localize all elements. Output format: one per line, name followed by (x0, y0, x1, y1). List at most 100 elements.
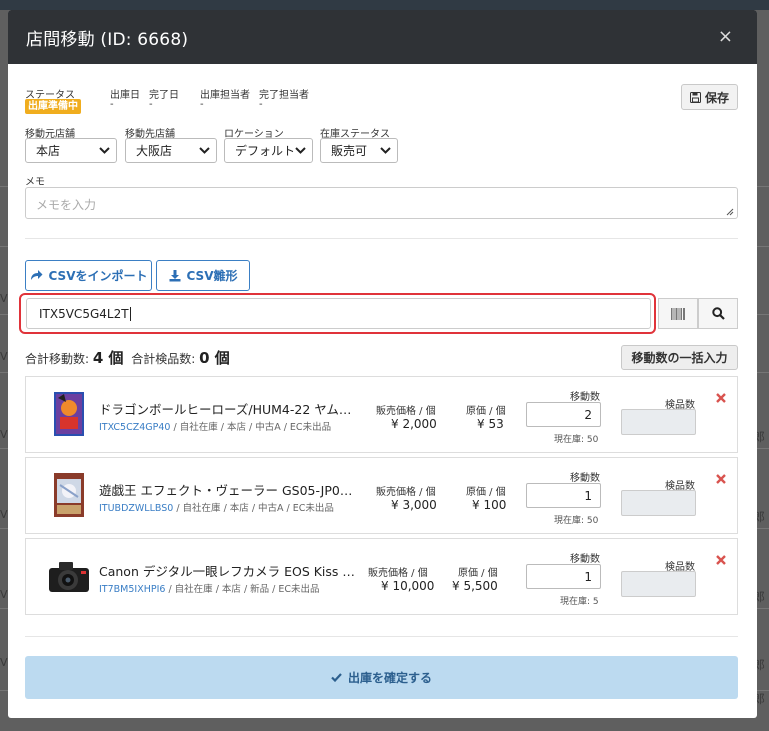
status-badge: 出庫準備中 (25, 99, 81, 114)
from-store-select[interactable]: 本店 (25, 138, 117, 163)
delete-icon[interactable] (716, 474, 726, 484)
inspected-input (621, 571, 696, 597)
cost-label: 原価 / 個 (458, 568, 498, 579)
quantity-input[interactable]: 1 (526, 564, 601, 589)
background-cell-text: V (0, 588, 8, 601)
background-cell-text: V (0, 508, 8, 521)
background-cell-text: V (0, 656, 8, 669)
total-inspect-value: 0 個 (199, 349, 230, 367)
background-cell-text: V (0, 428, 8, 441)
complete-date-value: - (149, 99, 153, 110)
download-icon (169, 269, 181, 281)
csv-template-label: CSV雛形 (186, 269, 238, 283)
background-cell-text: V (0, 292, 8, 305)
cost-value: ¥ 5,500 (452, 579, 498, 593)
location-select[interactable]: デフォルト (224, 138, 313, 163)
text-caret (129, 306, 131, 321)
complete-date-label: 完了日 (149, 90, 179, 101)
shipper-value: - (200, 99, 204, 110)
current-stock: 現在庫: 50 (554, 435, 599, 445)
totals-summary: 合計移動数: 4 個 合計検品数: 0 個 (25, 347, 230, 368)
delete-icon[interactable] (716, 393, 726, 403)
item-name: ドラゴンボールヒーローズ/HUM4-22 ヤムチャ (99, 402, 359, 417)
list-item: Canon デジタル一眼レフカメラ EOS Kiss X90... IT7BM5… (25, 538, 738, 615)
shipper-label: 出庫担当者 (200, 90, 250, 101)
share-arrow-icon (30, 270, 43, 280)
stock-status-value: 販売可 (331, 144, 368, 158)
item-name: 遊戯王 エフェクト・ヴェーラー GS05-JP008 ノーマ... (99, 483, 359, 498)
to-store-value: 大阪店 (136, 144, 173, 158)
list-item: ドラゴンボールヒーローズ/HUM4-22 ヤムチャ ITXC5CZ4GP40 /… (25, 376, 738, 453)
quantity-label: 移動数 (570, 392, 600, 403)
csv-import-button[interactable]: CSVをインポート (25, 260, 152, 291)
csv-template-button[interactable]: CSV雛形 (156, 260, 250, 291)
modal-body: ステータス 出庫準備中 出庫日 - 完了日 - 出庫担当者 - 完了担当者 - … (8, 64, 757, 718)
list-item: 遊戯王 エフェクト・ヴェーラー GS05-JP008 ノーマ... ITUBDZ… (25, 457, 738, 534)
close-icon[interactable]: × (718, 26, 733, 47)
item-meta: ITUBDZWLLBS0 / 自社在庫 / 本店 / 中古A / EC未出品 (99, 500, 334, 514)
quantity-input[interactable]: 1 (526, 483, 601, 508)
quantity-input[interactable]: 2 (526, 402, 601, 427)
check-icon (331, 673, 342, 682)
sale-price-value: ¥ 10,000 (381, 579, 435, 593)
barcode-button[interactable] (658, 298, 698, 329)
modal-header: 店間移動 (ID: 6668) × (8, 10, 757, 64)
cost-value: ¥ 53 (477, 417, 504, 431)
item-meta: ITXC5CZ4GP40 / 自社在庫 / 本店 / 中古A / EC未出品 (99, 419, 331, 433)
resize-grip-icon[interactable] (726, 208, 734, 216)
sale-price-value: ¥ 2,000 (391, 417, 437, 431)
current-stock: 現在庫: 50 (554, 516, 599, 526)
save-button[interactable]: 保存 (681, 84, 738, 110)
item-name: Canon デジタル一眼レフカメラ EOS Kiss X90... (99, 564, 359, 579)
total-move-label: 合計移動数: (25, 352, 90, 366)
product-thumbnail (49, 562, 89, 592)
total-inspect-label: 合計検品数: (131, 352, 196, 366)
csv-import-label: CSVをインポート (48, 269, 148, 283)
product-thumbnail (54, 473, 84, 517)
location-value: デフォルト (235, 144, 296, 158)
chevron-down-icon (380, 147, 391, 154)
inspected-input (621, 409, 696, 435)
product-thumbnail (54, 392, 84, 436)
stock-status-select[interactable]: 販売可 (320, 138, 398, 163)
item-meta-text: / 自社在庫 / 本店 / 中古A / EC未出品 (170, 422, 332, 433)
sale-price-value: ¥ 3,000 (391, 498, 437, 512)
modal-title: 店間移動 (ID: 6668) (26, 29, 189, 50)
item-code-link[interactable]: ITUBDZWLLBS0 (99, 503, 173, 514)
quantity-label: 移動数 (570, 473, 600, 484)
search-button[interactable] (698, 298, 738, 329)
scan-value: ITX5VC5G4L2T (39, 306, 129, 321)
total-move-value: 4 個 (92, 349, 124, 367)
item-meta-text: / 自社在庫 / 本店 / 新品 / EC未出品 (165, 584, 320, 595)
chevron-down-icon (295, 147, 306, 154)
divider (25, 238, 738, 239)
memo-placeholder: メモを入力 (36, 198, 97, 212)
item-meta-text: / 自社在庫 / 本店 / 中古A / EC未出品 (173, 503, 334, 514)
to-store-select[interactable]: 大阪店 (125, 138, 217, 163)
barcode-scan-input[interactable]: ITX5VC5G4L2T (26, 298, 651, 329)
bulk-quantity-button[interactable]: 移動数の一括入力 (621, 345, 738, 370)
chevron-down-icon (199, 147, 210, 154)
save-icon (689, 91, 701, 103)
cost-value: ¥ 100 (472, 498, 507, 512)
ship-date-value: - (110, 99, 114, 110)
confirm-label: 出庫を確定する (347, 671, 432, 685)
cost-label: 原価 / 個 (466, 406, 506, 417)
confirm-shipment-button[interactable]: 出庫を確定する (25, 656, 738, 699)
quantity-label: 移動数 (570, 554, 600, 565)
divider (25, 636, 738, 637)
sale-price-label: 販売価格 / 個 (368, 568, 428, 579)
barcode-icon (671, 307, 685, 320)
item-code-link[interactable]: ITXC5CZ4GP40 (99, 422, 170, 433)
save-label: 保存 (704, 90, 729, 105)
item-meta: IT7BM5IXHPI6 / 自社在庫 / 本店 / 新品 / EC未出品 (99, 581, 320, 595)
from-store-value: 本店 (36, 144, 61, 158)
memo-textarea[interactable]: メモを入力 (25, 187, 738, 219)
item-code-link[interactable]: IT7BM5IXHPI6 (99, 584, 165, 595)
cost-label: 原価 / 個 (466, 487, 506, 498)
sale-price-label: 販売価格 / 個 (376, 406, 436, 417)
current-stock: 現在庫: 5 (560, 597, 599, 607)
delete-icon[interactable] (716, 555, 726, 565)
inspected-input (621, 490, 696, 516)
memo-label: メモ (25, 177, 45, 188)
